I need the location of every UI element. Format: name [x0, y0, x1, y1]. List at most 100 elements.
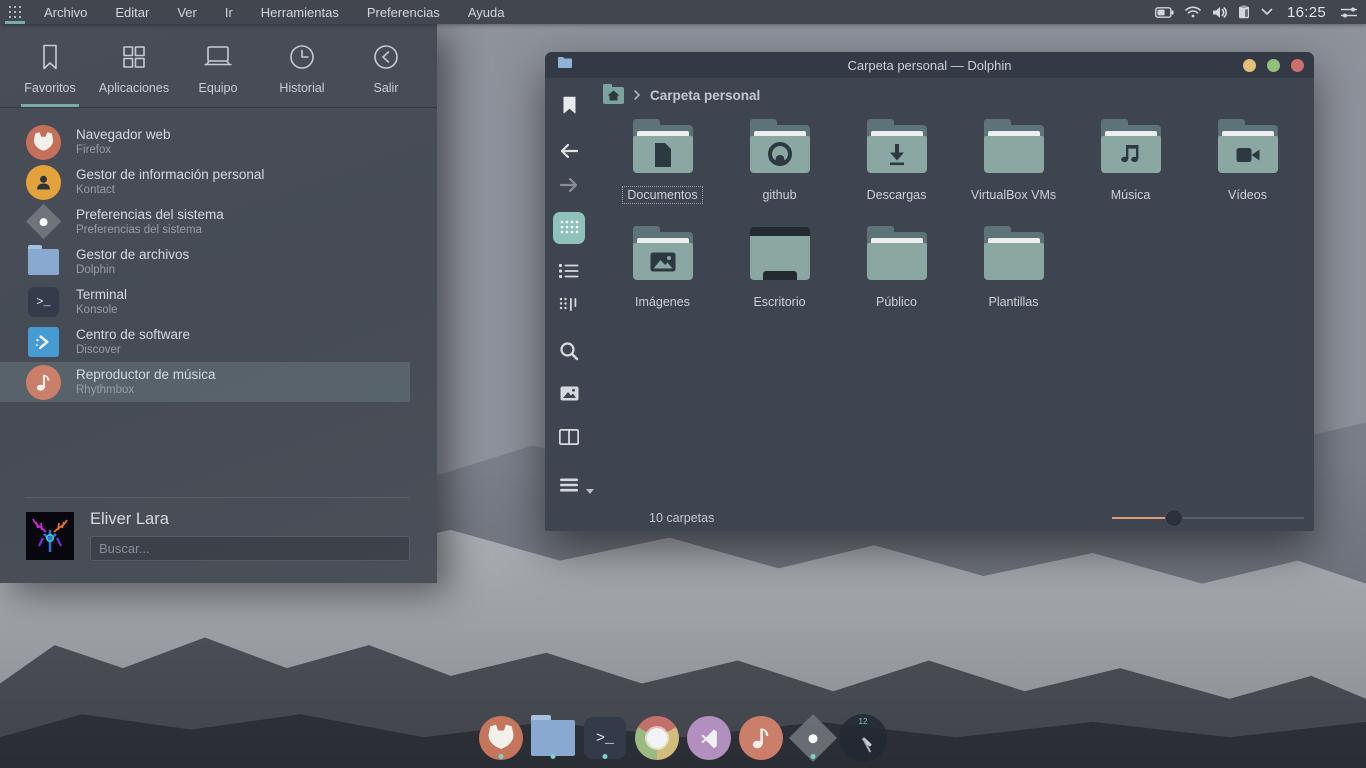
folder-plantillas[interactable]: Plantillas — [955, 225, 1072, 310]
folder-escritorio[interactable]: Escritorio — [721, 225, 838, 310]
list-view-icon — [559, 263, 579, 279]
status-bar: 10 carpetas — [593, 504, 1314, 531]
menu-archivo[interactable]: Archivo — [30, 0, 101, 24]
terminal-icon: >_ — [28, 287, 59, 318]
grid-icon — [9, 6, 22, 19]
tab-aplicaciones[interactable]: Aplicaciones — [92, 42, 176, 107]
menu-editar[interactable]: Editar — [101, 0, 163, 24]
tab-historial[interactable]: Historial — [260, 42, 344, 107]
user-avatar[interactable] — [26, 512, 74, 560]
search-icon — [559, 341, 579, 361]
dock-clock-widget[interactable]: 12 — [839, 714, 887, 762]
folder-label: Escritorio — [749, 294, 809, 310]
computer-icon — [202, 42, 234, 72]
window-title: Carpeta personal — Dolphin — [545, 58, 1314, 73]
clipboard-icon[interactable] — [1238, 5, 1250, 19]
places-button[interactable] — [552, 88, 586, 122]
folder-icon — [864, 118, 930, 176]
zoom-slider-handle[interactable] — [1165, 509, 1183, 527]
chrome-icon — [635, 716, 679, 760]
compact-view-icon — [559, 297, 579, 313]
chevron-down-icon[interactable] — [1261, 8, 1273, 16]
folder-musica[interactable]: Música — [1072, 118, 1189, 203]
panel-settings-icon[interactable] — [1340, 6, 1358, 19]
breadcrumb-location: Carpeta personal — [650, 88, 760, 103]
minimize-button[interactable] — [1243, 59, 1256, 72]
menu-herramientas[interactable]: Herramientas — [247, 0, 353, 24]
status-text: 10 carpetas — [649, 511, 714, 525]
search-input[interactable] — [90, 536, 410, 561]
firefox-icon — [26, 125, 61, 160]
menu-ayuda[interactable]: Ayuda — [454, 0, 519, 24]
tab-label: Historial — [279, 81, 324, 95]
folder-imagenes[interactable]: Imágenes — [604, 225, 721, 310]
forward-button[interactable] — [552, 168, 586, 202]
tray-clock[interactable]: 16:25 — [1284, 4, 1329, 21]
app-subtitle: Firefox — [76, 144, 171, 157]
app-item-dolphin[interactable]: Gestor de archivos Dolphin — [0, 242, 410, 282]
folder-github[interactable]: github — [721, 118, 838, 203]
tab-favoritos[interactable]: Favoritos — [8, 42, 92, 107]
dock-file-manager[interactable] — [531, 716, 575, 760]
search-button[interactable] — [552, 334, 586, 368]
dolphin-toolbar — [545, 78, 593, 531]
dock-chrome[interactable] — [635, 716, 679, 760]
tab-label: Equipo — [199, 81, 238, 95]
maximize-button[interactable] — [1267, 59, 1280, 72]
window-titlebar[interactable]: Carpeta personal — Dolphin — [545, 52, 1314, 78]
desktop-folder-icon — [747, 225, 813, 283]
settings-icon — [26, 204, 62, 240]
folder-label: Vídeos — [1224, 187, 1271, 203]
folder-grid: Documentos github Descarga — [604, 118, 1314, 332]
icons-view-icon — [559, 219, 579, 237]
app-item-discover[interactable]: Centro de software Discover — [0, 322, 410, 362]
app-item-firefox[interactable]: Navegador web Firefox — [0, 122, 410, 162]
app-item-kontact[interactable]: Gestor de información personal Kontact — [0, 162, 410, 202]
wifi-icon[interactable] — [1185, 6, 1201, 18]
dock-rhythmbox[interactable] — [739, 716, 783, 760]
folder-virtualbox-vms[interactable]: VirtualBox VMs — [955, 118, 1072, 203]
dock-firefox[interactable] — [479, 716, 523, 760]
folder-icon — [1215, 118, 1281, 176]
preview-button[interactable] — [552, 376, 586, 410]
discover-icon — [28, 327, 59, 358]
folder-icon — [630, 118, 696, 176]
app-launcher-button[interactable] — [0, 0, 30, 24]
home-folder-icon[interactable] — [603, 87, 624, 104]
tab-equipo[interactable]: Equipo — [176, 42, 260, 107]
split-view-button[interactable] — [552, 420, 586, 454]
icons-view-button[interactable] — [553, 212, 585, 244]
tab-salir[interactable]: Salir — [344, 42, 428, 107]
dock-settings[interactable] — [791, 716, 835, 760]
battery-icon[interactable] — [1155, 7, 1174, 18]
menu-preferencias[interactable]: Preferencias — [353, 0, 454, 24]
app-item-konsole[interactable]: >_ Terminal Konsole — [0, 282, 410, 322]
menu-ver[interactable]: Ver — [163, 0, 211, 24]
folder-publico[interactable]: Público — [838, 225, 955, 310]
dock-vscode[interactable] — [687, 716, 731, 760]
folder-icon — [630, 225, 696, 283]
menu-ir[interactable]: Ir — [211, 0, 247, 24]
menu-button[interactable] — [552, 468, 586, 502]
volume-icon[interactable] — [1212, 6, 1227, 19]
folder-documentos[interactable]: Documentos — [604, 118, 721, 203]
folder-icon — [747, 118, 813, 176]
list-view-button[interactable] — [552, 254, 586, 288]
back-button[interactable] — [552, 134, 586, 168]
user-area: Eliver Lara — [26, 512, 410, 561]
breadcrumb[interactable]: Carpeta personal — [593, 78, 1314, 112]
app-subtitle: Discover — [76, 344, 190, 357]
app-subtitle: Rhythmbox — [76, 384, 216, 397]
folder-icon — [981, 225, 1047, 283]
folder-descargas[interactable]: Descargas — [838, 118, 955, 203]
compact-view-button[interactable] — [552, 288, 586, 322]
folder-videos[interactable]: Vídeos — [1189, 118, 1306, 203]
dock-terminal[interactable]: >_ — [583, 716, 627, 760]
zoom-slider[interactable] — [1112, 504, 1304, 531]
app-item-system-settings[interactable]: Preferencias del sistema Preferencias de… — [0, 202, 410, 242]
arrow-left-icon — [559, 143, 579, 159]
folder-label: Imágenes — [631, 294, 694, 310]
close-button[interactable] — [1291, 59, 1304, 72]
app-item-rhythmbox[interactable]: Reproductor de música Rhythmbox — [0, 362, 410, 402]
folder-label: Documentos — [623, 187, 701, 203]
